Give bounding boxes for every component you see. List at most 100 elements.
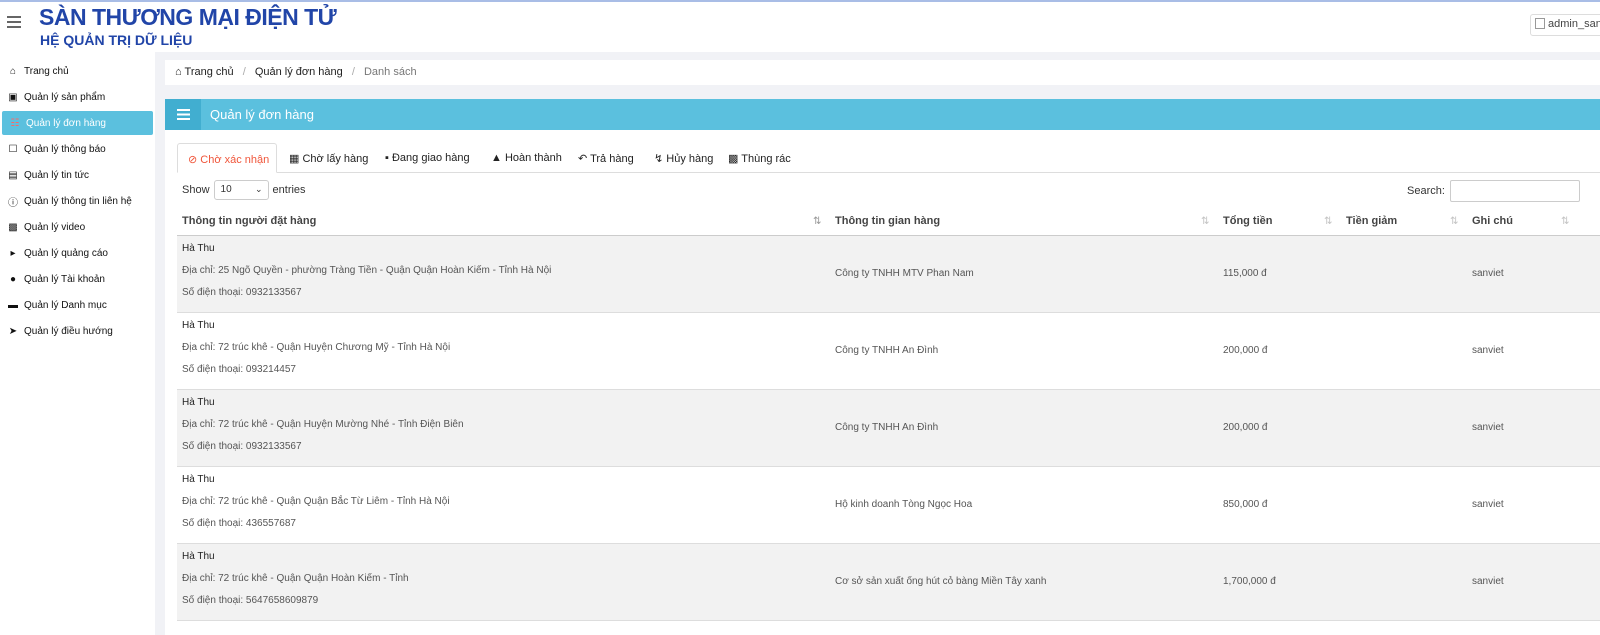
breadcrumb-separator: / [351,66,355,78]
tab-label: Chờ xác nhận [200,154,270,166]
order-note: sanviet [1472,345,1504,356]
sidebar-item-categories[interactable]: ▬ Quản lý Danh mục [0,293,154,317]
chevron-down-icon: ⌄ [254,184,263,194]
table-row[interactable]: Hà Thu Địa chỉ: 72 trúc khê - Quận Quận … [177,467,1600,544]
sidebar-item-contact[interactable]: ⓘ Quản lý thông tin liên hệ [0,189,154,213]
buyer-phone: Số điện thoại: 093214457 [182,364,296,375]
page-size-control: Show 10 ⌄ entries [182,180,306,200]
tab-returns[interactable]: ↶ Trả hàng [568,143,644,173]
sidebar-item-products[interactable]: ▣ Quản lý sản phẩm [0,85,154,109]
breadcrumb-separator: / [242,66,246,78]
folder-icon: ▬ [8,299,18,311]
user-label: admin_san [1548,18,1600,30]
buyer-address: Địa chỉ: 72 trúc khê - Quận Quận Hoàn Ki… [182,573,409,584]
sidebar-item-label: Trang chủ [24,65,69,77]
tab-shipping[interactable]: ▪ Đang giao hàng [375,143,480,173]
table-row[interactable]: Hà Thu Địa chỉ: 25 Ngõ Quyền - phường Tr… [177,236,1600,313]
hamburger-menu-icon[interactable] [7,16,21,31]
tab-cancelled[interactable]: ↯ Hủy hàng [644,143,723,173]
home-icon: ⌂ [175,66,182,78]
tab-awaiting-pickup[interactable]: ▦ Chờ lấy hàng [279,143,378,173]
sidebar-item-label: Quản lý thông báo [24,143,106,155]
table-row[interactable]: Hà Thu Địa chỉ: 72 trúc khê - Quận Huyện… [177,313,1600,390]
column-header-shop[interactable]: Thông tin gian hàng [835,215,940,227]
buyer-address: Địa chỉ: 72 trúc khê - Quận Huyện Chương… [182,342,451,353]
sidebar-item-navigation[interactable]: ➤ Quản lý điều hướng [0,319,154,343]
tab-completed[interactable]: ▲ Hoàn thành [481,143,572,173]
sidebar-item-news[interactable]: ▤ Quản lý tin tức [0,163,154,187]
order-note: sanviet [1472,268,1504,279]
shop-name: Công ty TNHH MTV Phan Nam [835,268,974,279]
breadcrumb: ⌂ Trang chủ / Quản lý đơn hàng / Danh sá… [165,60,1600,85]
order-note: sanviet [1472,422,1504,433]
buyer-name: Hà Thu [182,551,215,562]
breadcrumb-home-link[interactable]: Trang chủ [185,66,234,78]
buyer-phone: Số điện thoại: 436557687 [182,518,296,529]
column-header-buyer[interactable]: Thông tin người đặt hàng [182,215,316,227]
sidebar-item-label: Quản lý điều hướng [24,325,113,337]
sidebar-item-orders[interactable]: ☷ Quản lý đơn hàng [2,111,153,135]
sidebar-item-label: Quản lý đơn hàng [26,117,106,129]
panel-title: Quản lý đơn hàng [210,107,314,122]
sidebar-item-accounts[interactable]: ● Quản lý Tài khoản [0,267,154,291]
sidebar-item-notifications[interactable]: ☐ Quản lý thông báo [0,137,154,161]
order-note: sanviet [1472,576,1504,587]
list-icon [165,99,201,130]
tab-label: Trả hàng [590,153,634,165]
tab-label: Hủy hàng [666,153,714,165]
sidebar-item-label: Quản lý sản phẩm [24,91,106,103]
tab-label: Hoàn thành [504,152,562,164]
show-label: Show [182,184,210,196]
shop-name: Hộ kinh doanh Tòng Ngọc Hoa [835,499,973,510]
home-icon: ⌂ [9,65,17,77]
tab-pending-confirmation[interactable]: ⊘ Chờ xác nhận [177,143,277,173]
trash-icon: ▩ [728,153,742,165]
buyer-name: Hà Thu [182,474,215,485]
bell-icon: ▲ [491,152,505,164]
tab-label: Đang giao hàng [391,152,470,164]
sort-icon[interactable]: ⇅ [1450,216,1458,227]
megaphone-icon: ▸ [10,247,16,259]
column-header-note[interactable]: Ghi chú [1472,215,1513,227]
order-total: 200,000 đ [1223,345,1268,356]
location-arrow-icon: ➤ [8,325,18,337]
bolt-icon: ↯ [654,153,667,165]
buyer-name: Hà Thu [182,243,215,254]
tab-label: Chờ lấy hàng [302,153,369,165]
sidebar-item-label: Quản lý thông tin liên hệ [24,195,132,207]
table-row[interactable]: Hà Thu Địa chỉ: 72 trúc khê - Quận Quận … [177,544,1600,621]
order-total: 115,000 đ [1223,268,1267,279]
buyer-address: Địa chỉ: 72 trúc khê - Quận Quận Bắc Từ … [182,496,450,507]
table-row[interactable]: Hà Thu Địa chỉ: 72 trúc khê - Quận Huyện… [177,390,1600,467]
search-input[interactable] [1449,180,1580,202]
broken-image-icon [1535,18,1545,29]
sidebar: ⌂ Trang chủ ▣ Quản lý sản phẩm ☷ Quản lý đơ… [0,52,155,635]
sidebar-item-label: Quản lý Danh mục [24,299,107,311]
reply-icon: ↶ [578,153,591,165]
sidebar-item-label: Quản lý video [24,221,86,233]
order-note: sanviet [1472,499,1504,510]
buyer-phone: Số điện thoại: 0932133567 [182,287,302,298]
page-size-select[interactable]: 10 ⌄ [213,180,269,200]
sort-icon[interactable]: ⇅ [813,216,821,227]
gift-icon: ▦ [289,153,303,165]
sidebar-item-video[interactable]: ▩ Quản lý video [0,215,154,239]
bookmark-icon: ☐ [8,143,18,155]
user-menu[interactable]: admin_san [1530,14,1600,36]
newspaper-icon: ▤ [8,169,18,181]
breadcrumb-section-link[interactable]: Quản lý đơn hàng [255,66,343,78]
buyer-name: Hà Thu [182,320,215,331]
sidebar-item-home[interactable]: ⌂ Trang chủ [0,59,154,83]
buyer-phone: Số điện thoại: 5647658609879 [182,595,319,606]
order-total: 850,000 đ [1223,499,1268,510]
sidebar-item-ads[interactable]: ▸ Quản lý quảng cáo [0,241,154,265]
column-header-discount[interactable]: Tiền giảm [1346,215,1397,227]
sort-icon[interactable]: ⇅ [1201,216,1209,227]
breadcrumb-current: Danh sách [363,66,417,78]
column-header-total[interactable]: Tổng tiền [1223,215,1273,227]
buyer-address: Địa chỉ: 25 Ngõ Quyền - phường Tràng Tiề… [182,265,552,276]
tab-trash[interactable]: ▩ Thùng rác [718,143,801,173]
sort-icon[interactable]: ⇅ [1561,216,1569,227]
circle-x-icon: ⊘ [188,154,201,166]
sort-icon[interactable]: ⇅ [1324,216,1332,227]
